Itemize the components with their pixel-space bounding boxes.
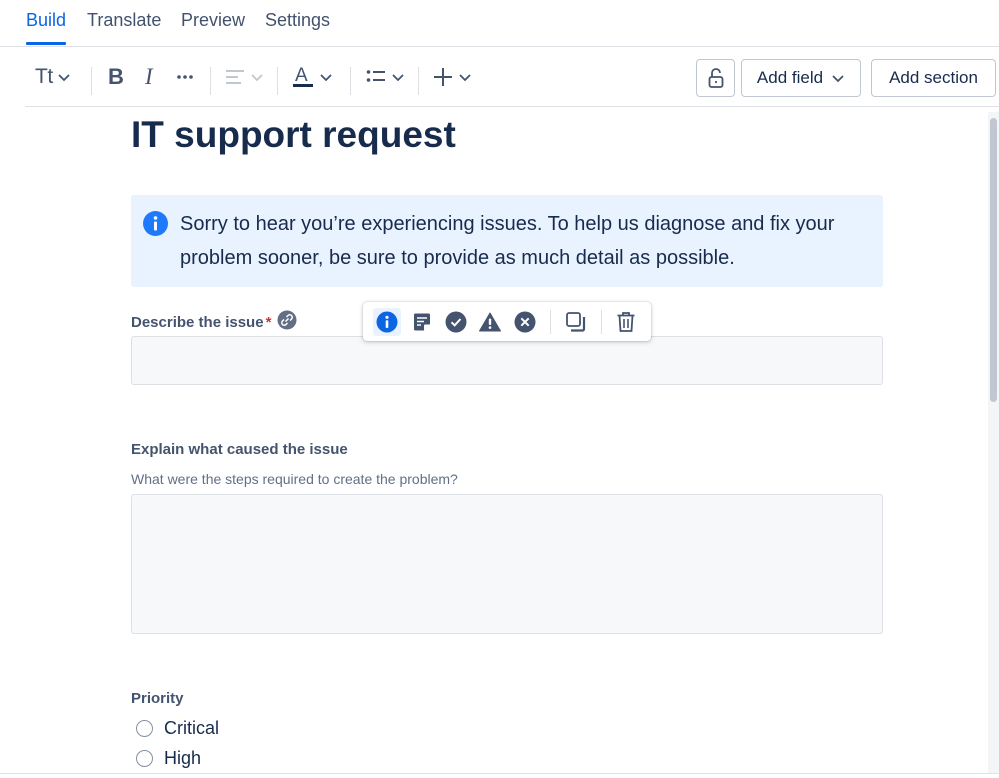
italic-button[interactable]: I <box>143 61 159 93</box>
toolbar-divider <box>91 67 92 95</box>
field-label-priority[interactable]: Priority <box>131 690 184 707</box>
panel-note-button[interactable] <box>408 308 436 336</box>
info-panel-text[interactable]: Sorry to hear you’re experiencing issues… <box>180 207 870 275</box>
describe-issue-input[interactable] <box>131 336 883 385</box>
note-icon <box>414 313 430 331</box>
delete-icon <box>617 312 635 332</box>
add-section-button[interactable]: Add section <box>871 59 996 97</box>
plus-icon <box>434 68 452 86</box>
explain-cause-textarea[interactable] <box>131 494 883 634</box>
add-field-button[interactable]: Add field <box>741 59 861 97</box>
align-left-icon <box>226 70 244 84</box>
info-panel[interactable]: Sorry to hear you’re experiencing issues… <box>131 195 883 287</box>
link-icon[interactable] <box>277 310 297 330</box>
panel-error-button[interactable] <box>511 308 539 336</box>
scrollbar[interactable] <box>988 112 999 774</box>
delete-button[interactable] <box>612 308 640 336</box>
panel-success-button[interactable] <box>442 308 470 336</box>
toolbar-divider <box>418 67 419 95</box>
text-style-label: Tt <box>35 65 53 88</box>
chevron-down-icon <box>832 75 844 83</box>
panel-info-button[interactable] <box>373 308 401 336</box>
error-icon <box>514 311 536 333</box>
toolbar-divider <box>350 67 351 95</box>
svg-text:A: A <box>295 65 308 86</box>
chevron-down-icon <box>251 74 263 82</box>
radio-label: High <box>164 747 202 768</box>
svg-text:B: B <box>108 66 124 88</box>
italic-icon: I <box>144 66 154 88</box>
radio-button[interactable] <box>136 749 153 767</box>
svg-text:I: I <box>144 66 154 88</box>
tab-build[interactable]: Build <box>26 10 67 45</box>
insert-button[interactable] <box>433 61 472 93</box>
chevron-down-icon <box>320 74 332 82</box>
more-icon <box>177 75 193 79</box>
radio-button[interactable] <box>136 719 153 737</box>
info-icon <box>143 211 168 236</box>
add-field-label: Add field <box>756 68 824 87</box>
lock-button[interactable] <box>696 59 735 97</box>
chevron-down-icon <box>392 74 404 82</box>
unlock-icon <box>708 68 723 88</box>
more-formatting-button[interactable] <box>176 61 194 93</box>
field-label-text: Describe the issue <box>131 314 264 331</box>
scrollbar-thumb[interactable] <box>990 118 997 402</box>
radio-label: Critical <box>164 717 220 738</box>
field-label-describe-issue[interactable]: Describe the issue * <box>131 310 297 331</box>
tab-bar: Build Translate Preview Settings <box>0 0 999 47</box>
info-icon <box>376 311 398 333</box>
required-marker: * <box>265 314 272 331</box>
panel-warning-button[interactable] <box>476 308 504 336</box>
bold-icon: B <box>108 66 124 88</box>
copy-icon <box>566 312 586 332</box>
tab-preview[interactable]: Preview <box>181 10 245 43</box>
bold-button[interactable]: B <box>107 61 125 93</box>
radio-option-critical[interactable]: Critical <box>136 716 219 740</box>
tab-translate[interactable]: Translate <box>87 10 161 43</box>
panel-type-toolbar <box>363 302 651 341</box>
warning-icon <box>479 312 501 332</box>
toolbar-divider <box>550 310 551 334</box>
radio-option-high[interactable]: High <box>136 746 201 770</box>
success-icon <box>445 311 467 333</box>
divider <box>0 773 999 774</box>
tab-settings[interactable]: Settings <box>265 10 330 43</box>
text-color-icon: A <box>293 65 313 87</box>
alignment-button[interactable] <box>225 61 264 93</box>
toolbar-divider <box>601 310 602 334</box>
add-section-label: Add section <box>889 68 978 87</box>
chevron-down-icon <box>459 74 471 82</box>
page-title[interactable]: IT support request <box>131 114 456 156</box>
toolbar-divider <box>277 67 278 95</box>
field-label-explain-cause[interactable]: Explain what caused the issue <box>131 441 348 458</box>
text-color-button[interactable]: A <box>292 61 333 93</box>
field-helper-text[interactable]: What were the steps required to create t… <box>131 471 458 487</box>
toolbar-divider <box>210 67 211 95</box>
chevron-down-icon <box>58 74 70 82</box>
copy-button[interactable] <box>562 308 590 336</box>
editor-toolbar: Tt B I A Add field Add section <box>25 47 999 107</box>
list-button[interactable] <box>366 61 405 93</box>
text-style-button[interactable]: Tt <box>35 61 71 93</box>
bullet-list-icon <box>366 70 385 82</box>
